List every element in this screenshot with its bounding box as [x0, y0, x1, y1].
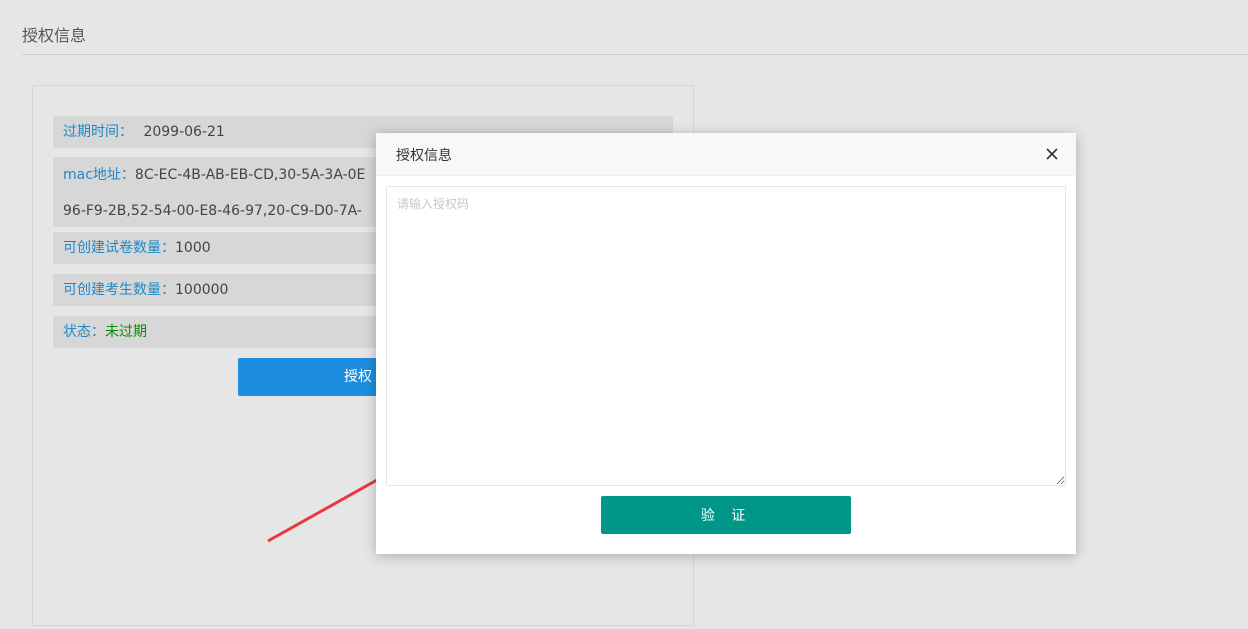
- papers-value: 1000: [175, 240, 211, 256]
- examinees-label: 可创建考生数量：: [63, 282, 175, 298]
- dialog-header: 授权信息: [376, 133, 1076, 176]
- mac-label: mac地址：: [63, 167, 135, 183]
- status-label: 状态：: [63, 324, 105, 340]
- dialog-title: 授权信息: [396, 148, 452, 164]
- status-value: 未过期: [105, 324, 147, 340]
- close-icon[interactable]: [1042, 144, 1062, 164]
- mac-value-line1: 8C-EC-4B-AB-EB-CD,30-5A-3A-0E: [134, 167, 366, 183]
- authorization-dialog: 授权信息 验 证: [376, 133, 1076, 554]
- expire-label: 过期时间：: [63, 124, 133, 140]
- page-title: 授权信息: [22, 26, 87, 45]
- examinees-value: 100000: [175, 282, 229, 298]
- verify-button[interactable]: 验 证: [601, 496, 851, 534]
- header-divider: [22, 54, 1248, 55]
- papers-label: 可创建试卷数量：: [63, 240, 175, 256]
- expire-value: 2099-06-21: [143, 124, 225, 140]
- auth-code-input[interactable]: [386, 186, 1066, 486]
